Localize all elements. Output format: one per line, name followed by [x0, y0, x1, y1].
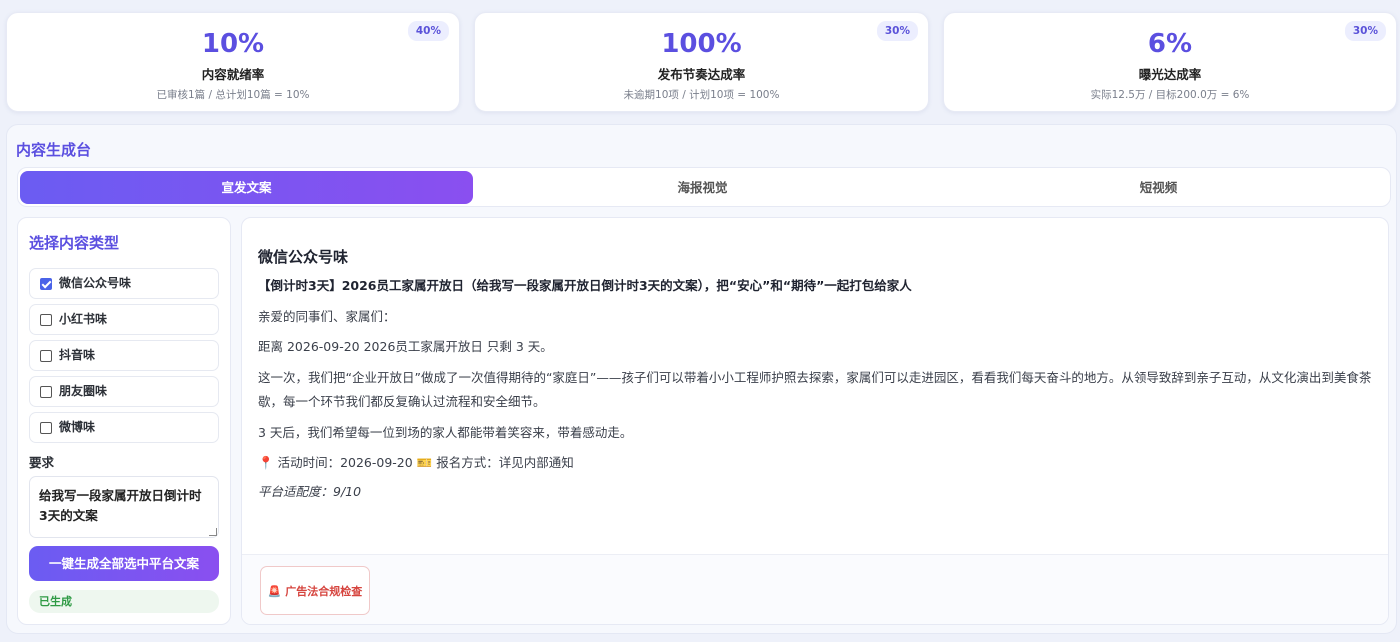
content-generation-panel: 内容生成台 宣发文案 海报视觉 短视频 选择内容类型 微信公众号味 小红书味 抖…	[6, 124, 1397, 634]
sidebar-title: 选择内容类型	[29, 234, 120, 252]
requirement-label: 要求	[29, 455, 55, 470]
kpi-formula: 未逾期10项 / 计划10项 = 100%	[623, 89, 780, 101]
checkbox-icon[interactable]	[40, 422, 52, 434]
content-type-sidebar: 选择内容类型 微信公众号味 小红书味 抖音味 朋友圈味 微博味 要求 给我写一段…	[17, 217, 231, 625]
siren-icon: 🚨	[267, 585, 282, 598]
greeting-text: 亲爱的同事们、家属们：	[258, 309, 396, 324]
kpi-label: 曝光达成率	[1138, 67, 1202, 82]
ticket-icon: 🎫	[416, 455, 433, 470]
generate-all-button[interactable]: 一键生成全部选中平台文案	[29, 546, 219, 581]
action-footer: 🚨 广告法合规检查	[242, 554, 1388, 624]
option-label: 微信公众号味	[59, 276, 132, 290]
kpi-formula: 已审核1篇 / 总计划10篇 = 10%	[156, 89, 310, 101]
option-xiaohongshu[interactable]: 小红书味	[29, 304, 219, 335]
tab-bar: 宣发文案 海报视觉 短视频	[17, 167, 1391, 207]
checkbox-icon[interactable]	[40, 386, 52, 398]
resize-grip-icon[interactable]	[209, 528, 217, 536]
signup-text: 报名方式：详见内部通知	[436, 455, 574, 470]
closing-text: 3 天后，我们希望每一位到场的家人都能带着笑容来，带着感动走。	[258, 425, 633, 440]
platform-fit-score: 平台适配度：9/10	[258, 484, 362, 499]
event-time-text: 活动时间：2026-09-20	[277, 455, 413, 470]
ad-law-compliance-button[interactable]: 🚨 广告法合规检查	[260, 566, 370, 615]
panel-title: 内容生成台	[16, 141, 92, 159]
tab-short-video[interactable]: 短视频	[932, 171, 1385, 204]
event-info-line: 📍 活动时间：2026-09-20 🎫 报名方式：详见内部通知	[258, 452, 1374, 474]
kpi-card-content-readiness: 40% 10% 内容就绪率 已审核1篇 / 总计划10篇 = 10%	[6, 12, 460, 112]
option-moments[interactable]: 朋友圈味	[29, 376, 219, 407]
kpi-value: 10%	[201, 29, 265, 59]
compliance-button-label: 广告法合规检查	[285, 585, 363, 598]
option-wechat[interactable]: 微信公众号味	[29, 268, 219, 299]
option-label: 朋友圈味	[59, 384, 108, 398]
checkbox-icon[interactable]	[40, 350, 52, 362]
option-weibo[interactable]: 微博味	[29, 412, 219, 443]
checkbox-checked-icon[interactable]	[40, 278, 52, 290]
kpi-card-publish-rhythm: 30% 100% 发布节奏达成率 未逾期10项 / 计划10项 = 100%	[474, 12, 929, 112]
kpi-value: 6%	[1147, 29, 1193, 59]
kpi-label: 发布节奏达成率	[657, 67, 746, 82]
kpi-label: 内容就绪率	[201, 67, 265, 82]
tab-poster-visual[interactable]: 海报视觉	[476, 171, 929, 204]
option-label: 抖音味	[59, 348, 96, 362]
article-headline: 【倒计时3天】2026员工家属开放日（给我写一段家属开放日倒计时3天的文案），把…	[258, 278, 912, 293]
option-label: 微博味	[59, 420, 96, 434]
status-badge: 已生成	[29, 590, 219, 613]
generated-content-card: 微信公众号味 【倒计时3天】2026员工家属开放日（给我写一段家属开放日倒计时3…	[241, 217, 1389, 625]
countdown-text: 距离 2026-09-20 2026员工家属开放日 只剩 3 天。	[258, 339, 553, 354]
kpi-formula: 实际12.5万 / 目标200.0万 = 6%	[1090, 89, 1250, 101]
checkbox-icon[interactable]	[40, 314, 52, 326]
kpi-row: 40% 10% 内容就绪率 已审核1篇 / 总计划10篇 = 10% 30% 1…	[6, 12, 1397, 112]
option-douyin[interactable]: 抖音味	[29, 340, 219, 371]
location-pin-icon: 📍	[258, 455, 274, 470]
option-label: 小红书味	[59, 312, 108, 326]
platform-title: 微信公众号味	[258, 248, 349, 266]
tab-copywriting[interactable]: 宣发文案	[20, 171, 473, 204]
content-body: 微信公众号味 【倒计时3天】2026员工家属开放日（给我写一段家属开放日倒计时3…	[258, 246, 1374, 502]
body-text: 这一次，我们把“企业开放日”做成了一次值得期待的“家庭日”——孩子们可以带着小小…	[258, 370, 1372, 409]
kpi-value: 100%	[661, 29, 742, 59]
kpi-card-exposure: 30% 6% 曝光达成率 实际12.5万 / 目标200.0万 = 6%	[943, 12, 1397, 112]
requirement-textarea[interactable]: 给我写一段家属开放日倒计时3天的文案	[29, 476, 219, 538]
